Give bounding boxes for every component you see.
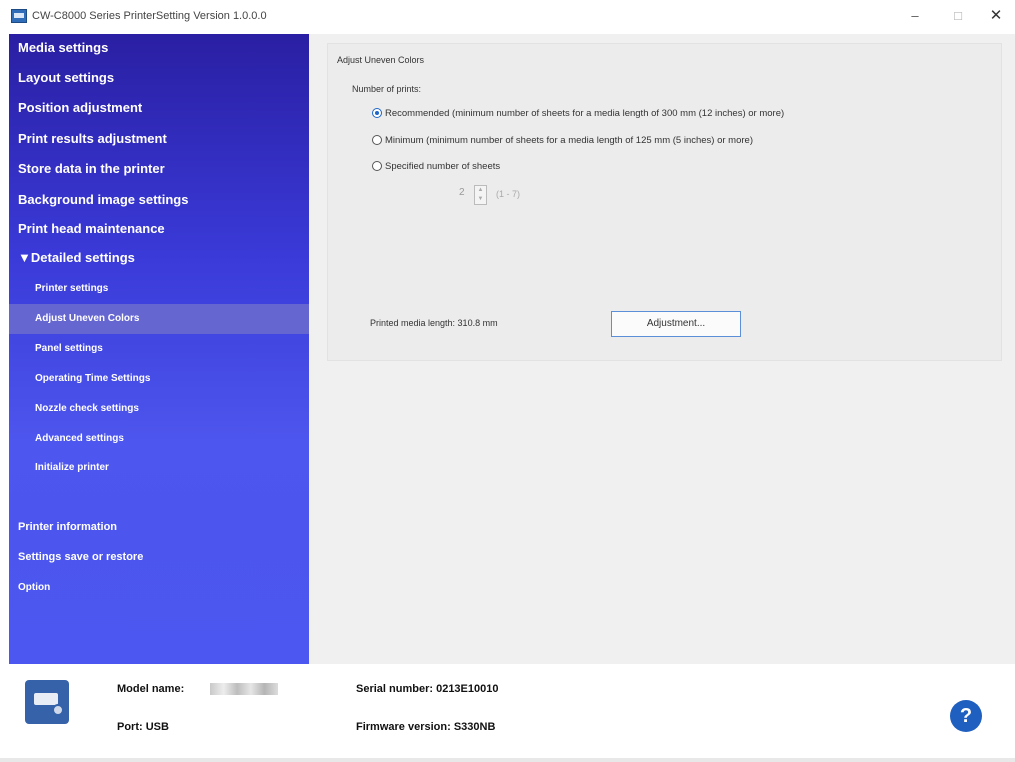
sidebar-item-printer-information[interactable]: Printer information xyxy=(9,513,309,541)
sidebar-item-print-results-adjustment[interactable]: Print results adjustment xyxy=(9,125,309,153)
close-button[interactable]: ✕ xyxy=(981,4,1011,28)
radio-specified-label: Specified number of sheets xyxy=(385,160,501,172)
radio-minimum-label: Minimum (minimum number of sheets for a … xyxy=(385,134,753,146)
sidebar-item-detailed-settings[interactable]: ▼Detailed settings xyxy=(9,244,309,272)
sheets-range: (1 - 7) xyxy=(496,189,521,199)
section-title: Adjust Uneven Colors xyxy=(337,55,425,65)
sidebar-item-position-adjustment[interactable]: Position adjustment xyxy=(9,94,309,122)
port-label: Port: USB xyxy=(117,721,169,733)
radio-recommended[interactable]: Recommended (minimum number of sheets fo… xyxy=(372,106,784,120)
number-of-prints-label: Number of prints: xyxy=(352,84,422,94)
radio-minimum[interactable]: Minimum (minimum number of sheets for a … xyxy=(372,133,753,147)
gear-icon xyxy=(52,704,64,716)
radio-recommended-label: Recommended (minimum number of sheets fo… xyxy=(385,107,785,119)
sidebar-item-settings-save-restore[interactable]: Settings save or restore xyxy=(9,543,309,571)
sidebar-item-nozzle-check-settings[interactable]: Nozzle check settings xyxy=(9,394,309,424)
sidebar-item-layout-settings[interactable]: Layout settings xyxy=(9,64,309,92)
sidebar-item-panel-settings[interactable]: Panel settings xyxy=(9,334,309,364)
window-title: CW-C8000 Series PrinterSetting Version 1… xyxy=(32,10,267,22)
sidebar-item-initialize-printer[interactable]: Initialize printer xyxy=(9,453,309,483)
sidebar-item-printer-settings[interactable]: Printer settings xyxy=(9,274,309,304)
sidebar-item-media-settings[interactable]: Media settings xyxy=(9,34,309,62)
printed-media-length: Printed media length: 310.8 mm xyxy=(370,318,498,328)
sheets-spinner[interactable]: ▲ ▼ xyxy=(474,185,487,205)
radio-specified-indicator[interactable] xyxy=(372,161,382,171)
sidebar: Media settings Layout settings Position … xyxy=(9,34,309,664)
sidebar-item-print-head-maintenance[interactable]: Print head maintenance xyxy=(9,215,309,243)
model-name-label: Model name: xyxy=(117,683,185,695)
radio-minimum-indicator[interactable] xyxy=(372,135,382,145)
window-bottom-edge xyxy=(0,758,1015,762)
sidebar-item-store-data[interactable]: Store data in the printer xyxy=(9,155,309,183)
maximize-button[interactable]: □ xyxy=(943,4,973,28)
sidebar-item-background-image-settings[interactable]: Background image settings xyxy=(9,186,309,214)
sidebar-item-advanced-settings[interactable]: Advanced settings xyxy=(9,424,309,454)
spinner-down-icon[interactable]: ▼ xyxy=(475,195,486,204)
footer xyxy=(9,664,1015,762)
help-icon[interactable]: ? xyxy=(950,700,982,732)
printer-settings-icon xyxy=(25,680,69,724)
firmware-version-label: Firmware version: S330NB xyxy=(356,721,496,733)
model-name-value-redacted xyxy=(210,683,278,695)
serial-number-label: Serial number: 0213E10010 xyxy=(356,683,499,695)
title-bar: CW-C8000 Series PrinterSetting Version 1… xyxy=(0,0,1015,34)
sidebar-item-operating-time-settings[interactable]: Operating Time Settings xyxy=(9,364,309,394)
sidebar-item-adjust-uneven-colors[interactable]: Adjust Uneven Colors xyxy=(9,304,309,334)
radio-specified[interactable]: Specified number of sheets xyxy=(372,159,500,173)
sidebar-item-option[interactable]: Option xyxy=(9,573,309,603)
minimize-button[interactable]: – xyxy=(900,4,930,28)
spinner-up-icon[interactable]: ▲ xyxy=(475,186,486,195)
app-icon xyxy=(11,9,27,23)
printer-tray-shape xyxy=(34,693,58,705)
main-content xyxy=(309,34,1015,664)
radio-recommended-indicator[interactable] xyxy=(372,108,382,118)
adjustment-button[interactable]: Adjustment... xyxy=(611,311,741,337)
sheets-spinner-value[interactable]: 2 xyxy=(459,187,465,198)
